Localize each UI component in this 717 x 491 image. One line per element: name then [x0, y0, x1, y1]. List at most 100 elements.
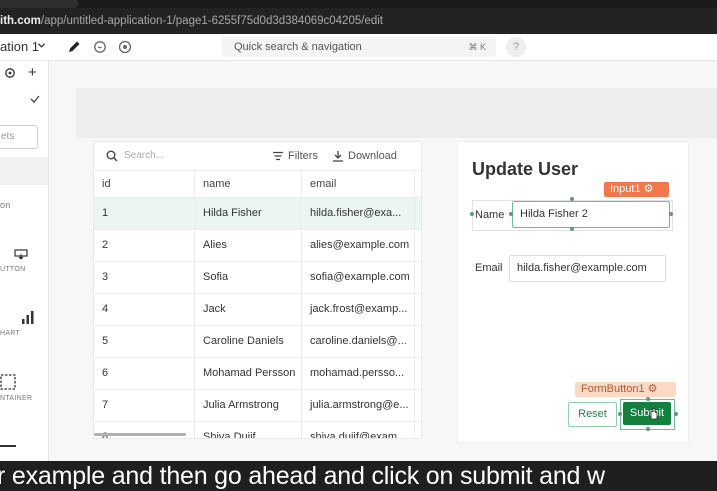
- cell-id: 1: [102, 207, 109, 219]
- column-divider: [414, 262, 421, 293]
- sidebar-item-label[interactable]: on: [0, 200, 11, 210]
- email-label: Email: [475, 262, 503, 274]
- cell-name-text: Jack: [203, 303, 226, 315]
- cell-name: Hilda Fisher: [194, 198, 302, 229]
- url-host: ith.com: [0, 15, 41, 27]
- cell-id: 7: [102, 399, 109, 411]
- cell-name-text: Shiva Duijf: [203, 431, 256, 439]
- column-divider: [414, 198, 421, 229]
- cell-id: 3: [102, 271, 109, 283]
- column-divider: [414, 358, 421, 389]
- table-row[interactable]: 8 Shiva Duijf shiva.duijf@exam...: [94, 422, 421, 439]
- filters-button[interactable]: Filters: [288, 142, 318, 170]
- column-header-email[interactable]: email: [301, 171, 412, 197]
- cell-name-text: Hilda Fisher: [203, 207, 262, 219]
- table-row[interactable]: 2 Alies alies@example.com: [94, 230, 421, 262]
- app-name-dropdown[interactable]: ation 1: [0, 34, 39, 60]
- table-header-row: id name email: [94, 170, 421, 198]
- input1-widget-badge[interactable]: Input1 ⚙: [604, 182, 669, 197]
- sidebar-selected-row[interactable]: [0, 157, 48, 185]
- table-horizontal-scrollbar[interactable]: [94, 433, 186, 436]
- cell-email: jack.frost@examp...: [301, 294, 412, 325]
- cell-email: shiva.duijf@exam...: [301, 422, 412, 439]
- cell-email: alies@example.com: [301, 230, 412, 261]
- resize-handle[interactable]: [570, 227, 574, 231]
- table-toolbar: Search... Filters Download: [94, 142, 421, 170]
- gear-icon[interactable]: [4, 67, 16, 79]
- eye-icon[interactable]: [117, 39, 133, 55]
- download-button[interactable]: Download: [348, 142, 397, 170]
- cell-name: Julia Armstrong: [194, 390, 302, 421]
- container-widget-icon[interactable]: [0, 374, 16, 390]
- table-row[interactable]: 4 Jack jack.frost@examp...: [94, 294, 421, 326]
- quick-search-label: Quick search & navigation: [234, 41, 362, 53]
- resize-handle[interactable]: [470, 212, 474, 216]
- table-row[interactable]: 3 Sofia sofia@example.com: [94, 262, 421, 294]
- add-icon[interactable]: +: [28, 64, 37, 81]
- widget-sidebar: + ets on UTTON HART NTAINER: [0, 61, 49, 461]
- table-row[interactable]: 5 Caroline Daniels caroline.daniels@...: [94, 326, 421, 358]
- column-divider: [414, 326, 421, 357]
- resize-handle[interactable]: [669, 212, 673, 216]
- table-row[interactable]: 7 Julia Armstrong julia.armstrong@e...: [94, 390, 421, 422]
- filter-icon[interactable]: [272, 150, 284, 162]
- app-header: ation 1 Quick search & navigation ⌘ K ?: [0, 34, 717, 61]
- cell-id: 4: [102, 303, 109, 315]
- email-input[interactable]: hilda.fisher@example.com: [509, 255, 666, 282]
- cell-email-text: hilda.fisher@exa...: [310, 207, 402, 219]
- cell-email-text: sofia@example.com: [310, 271, 410, 283]
- sidebar-item-container-label[interactable]: NTAINER: [0, 395, 32, 402]
- resize-handle[interactable]: [618, 412, 622, 416]
- name-input[interactable]: Hilda Fisher 2: [512, 201, 670, 228]
- download-icon[interactable]: [332, 150, 344, 162]
- cell-id: 5: [102, 335, 109, 347]
- sidebar-item-button-label[interactable]: UTTON: [0, 266, 25, 273]
- chart-widget-icon[interactable]: [22, 310, 34, 324]
- cell-email-text: jack.frost@examp...: [310, 303, 408, 315]
- sidebar-item-chart-label[interactable]: HART: [0, 330, 20, 337]
- cell-name: Mohamad Persson: [194, 358, 302, 389]
- column-header-name[interactable]: name: [194, 171, 302, 197]
- table-row[interactable]: 1 Hilda Fisher hilda.fisher@exa...: [94, 198, 421, 230]
- column-divider: [414, 294, 421, 325]
- cell-email: caroline.daniels@...: [301, 326, 412, 357]
- table-row[interactable]: 6 Mohamad Persson mohamad.persso...: [94, 358, 421, 390]
- chevron-down-icon[interactable]: [37, 41, 46, 50]
- check-icon[interactable]: [30, 95, 40, 103]
- video-caption: r example and then go ahead and click on…: [0, 461, 717, 491]
- button-widget-icon[interactable]: [14, 249, 28, 260]
- cell-id: 6: [102, 367, 109, 379]
- cell-email: hilda.fisher@exa...: [301, 198, 412, 229]
- address-bar[interactable]: ith.com/app/untitled-application-1/page1…: [0, 11, 717, 31]
- resize-handle[interactable]: [646, 427, 650, 431]
- caption-text: r example and then go ahead and click on…: [0, 462, 605, 490]
- column-divider: [414, 171, 421, 197]
- resize-handle[interactable]: [509, 212, 513, 216]
- resize-handle[interactable]: [674, 412, 678, 416]
- users-table[interactable]: Search... Filters Download id name email…: [93, 141, 422, 439]
- keyboard-shortcut: ⌘ K: [468, 42, 486, 52]
- search-icon[interactable]: [106, 150, 118, 162]
- reset-button[interactable]: Reset: [568, 402, 617, 427]
- column-header-name-text: name: [203, 178, 231, 190]
- comment-icon[interactable]: [92, 39, 108, 55]
- help-button[interactable]: ?: [506, 37, 526, 57]
- table-search-input[interactable]: Search...: [124, 142, 164, 170]
- resize-handle[interactable]: [646, 397, 650, 401]
- cell-name-text: Mohamad Persson: [203, 367, 296, 379]
- quick-search-bar[interactable]: Quick search & navigation ⌘ K: [222, 37, 496, 57]
- pencil-icon[interactable]: [66, 39, 82, 55]
- widgets-search-input[interactable]: ets: [0, 125, 38, 149]
- canvas-header-container[interactable]: [76, 88, 717, 138]
- cell-email-text: mohamad.persso...: [310, 367, 405, 379]
- resize-handle[interactable]: [570, 197, 574, 201]
- cell-name-text: Julia Armstrong: [203, 399, 279, 411]
- submit-button[interactable]: Submit: [623, 402, 671, 425]
- browser-tab[interactable]: [0, 0, 78, 8]
- column-header-id[interactable]: id: [102, 171, 184, 197]
- formbutton1-widget-badge[interactable]: FormButton1 ⚙: [575, 382, 676, 397]
- cell-id: 2: [102, 239, 109, 251]
- cell-email: julia.armstrong@e...: [301, 390, 412, 421]
- browser-top-bar: ith.com/app/untitled-application-1/page1…: [0, 0, 717, 34]
- cell-email-text: shiva.duijf@exam...: [310, 431, 407, 439]
